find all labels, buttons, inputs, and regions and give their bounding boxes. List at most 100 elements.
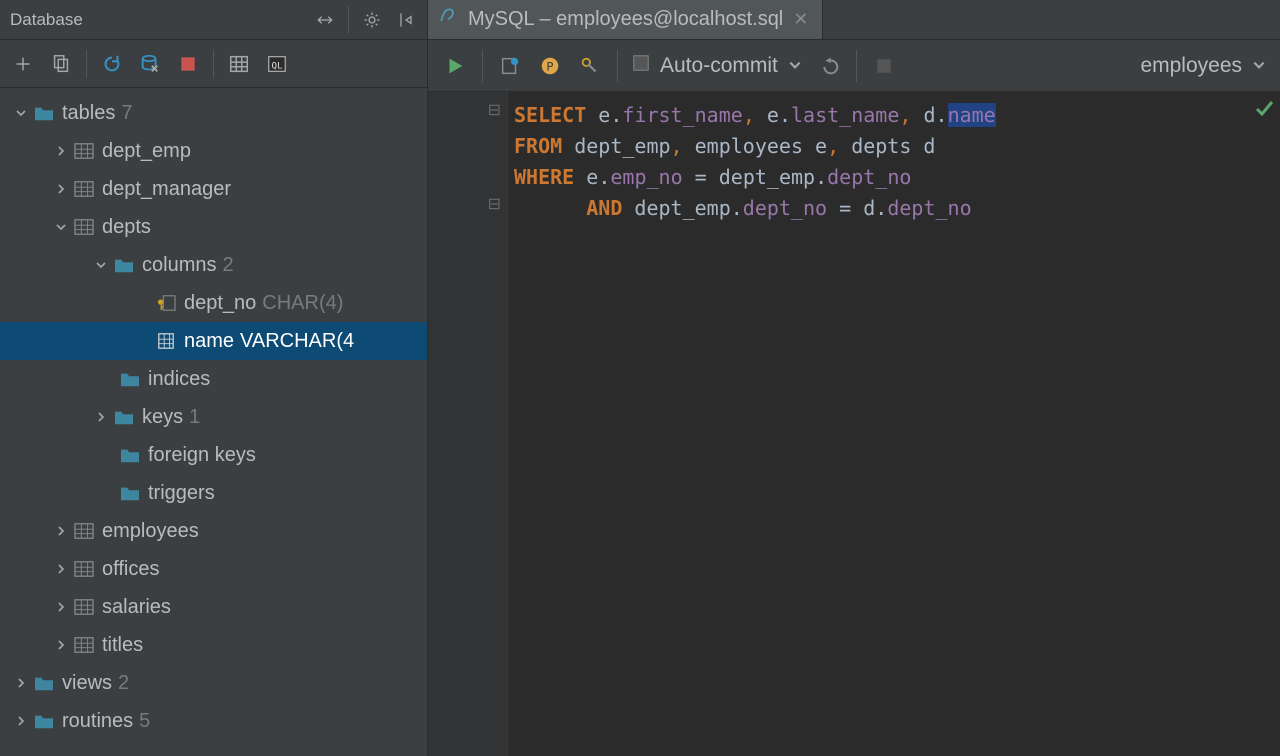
tree-label: triggers (148, 482, 215, 505)
chevron-right-icon[interactable] (54, 564, 68, 574)
tree-label: keys (142, 406, 183, 429)
database-panel: Database (0, 0, 428, 756)
close-icon[interactable]: ✕ (793, 9, 808, 30)
database-toolbar: QL (0, 40, 427, 88)
collapse-icon[interactable] (314, 9, 336, 31)
tree-table-salaries[interactable]: salaries (0, 588, 427, 626)
tree-column-dept_no[interactable]: dept_no CHAR(4) (0, 284, 427, 322)
editor-gutter: ⊟ ⊟ (428, 92, 508, 756)
database-tree[interactable]: tables 7 dept_emp dept_manager depts (0, 88, 427, 756)
run-icon[interactable] (442, 53, 468, 79)
settings-wrench-icon[interactable] (577, 53, 603, 79)
explain-plan-icon[interactable] (497, 53, 523, 79)
tree-table-dept_emp[interactable]: dept_emp (0, 132, 427, 170)
tree-label: dept_manager (102, 178, 231, 201)
table-icon (72, 178, 96, 200)
tree-table-titles[interactable]: titles (0, 626, 427, 664)
chevron-right-icon[interactable] (54, 184, 68, 194)
tree-label: dept_no (184, 292, 256, 315)
tree-type: CHAR(4) (262, 292, 343, 315)
chevron-down-icon[interactable] (54, 222, 68, 232)
column-icon (154, 330, 178, 352)
tree-label: columns (142, 254, 216, 277)
chevron-down-icon[interactable] (94, 260, 108, 270)
duplicate-icon[interactable] (48, 51, 74, 77)
svg-text:P: P (546, 59, 553, 73)
folder-icon (112, 254, 136, 276)
add-datasource-icon[interactable] (10, 51, 36, 77)
tree-depts-triggers[interactable]: triggers (0, 474, 427, 512)
mysql-icon (438, 6, 458, 32)
tree-label: salaries (102, 596, 171, 619)
folder-icon (118, 444, 142, 466)
tree-table-offices[interactable]: offices (0, 550, 427, 588)
tree-count: 1 (189, 406, 200, 429)
fold-start-icon[interactable]: ⊟ (488, 100, 501, 120)
table-view-icon[interactable] (226, 51, 252, 77)
schema-selector[interactable]: employees (1140, 54, 1266, 78)
open-console-icon[interactable]: QL (264, 51, 290, 77)
chevron-right-icon[interactable] (54, 146, 68, 156)
chevron-right-icon[interactable] (54, 640, 68, 650)
tree-tables[interactable]: tables 7 (0, 94, 427, 132)
tree-label: foreign keys (148, 444, 256, 467)
tree-depts-keys[interactable]: keys 1 (0, 398, 427, 436)
tree-label: offices (102, 558, 159, 581)
checkbox-icon (632, 54, 650, 78)
auto-commit-label: Auto-commit (660, 54, 778, 78)
fold-end-icon[interactable]: ⊟ (488, 194, 501, 214)
refresh-icon[interactable] (99, 51, 125, 77)
chevron-right-icon[interactable] (54, 526, 68, 536)
chevron-right-icon[interactable] (54, 602, 68, 612)
code-line: SELECT e.e.first_namefirst_name, e.last_… (514, 100, 1280, 131)
folder-icon (32, 710, 56, 732)
tree-table-depts[interactable]: depts (0, 208, 427, 246)
separator (617, 50, 618, 82)
table-icon (72, 558, 96, 580)
editor-tabbar: MySQL – employees@localhost.sql ✕ (428, 0, 1280, 40)
tree-table-dept_manager[interactable]: dept_manager (0, 170, 427, 208)
tree-depts-indices[interactable]: indices (0, 360, 427, 398)
hide-panel-icon[interactable] (395, 9, 417, 31)
tree-table-employees[interactable]: employees (0, 512, 427, 550)
tree-column-name[interactable]: name VARCHAR(4 (0, 322, 427, 360)
folder-icon (32, 102, 56, 124)
tree-depts-columns[interactable]: columns 2 (0, 246, 427, 284)
separator (213, 50, 214, 78)
rollback-icon[interactable] (816, 53, 842, 79)
code-area[interactable]: SELECT e.e.first_namefirst_name, e.last_… (508, 92, 1280, 756)
parameters-icon[interactable]: P (537, 53, 563, 79)
editor-tab[interactable]: MySQL – employees@localhost.sql ✕ (428, 0, 823, 39)
separator (482, 50, 483, 82)
chevron-right-icon[interactable] (14, 678, 28, 688)
tree-count: 7 (121, 102, 132, 125)
tree-count: 5 (139, 710, 150, 733)
separator (348, 6, 349, 34)
stop-disabled-icon (871, 53, 897, 79)
chevron-right-icon[interactable] (94, 412, 108, 422)
table-icon (72, 596, 96, 618)
editor-tab-title: MySQL – employees@localhost.sql (468, 8, 783, 31)
inspection-ok-icon[interactable] (1254, 96, 1274, 127)
gear-icon[interactable] (361, 9, 383, 31)
editor-toolbar: P Auto-commit employees (428, 40, 1280, 92)
auto-commit-toggle[interactable]: Auto-commit (632, 54, 802, 78)
tree-label: titles (102, 634, 143, 657)
folder-icon (118, 368, 142, 390)
tree-views[interactable]: views 2 (0, 664, 427, 702)
chevron-right-icon[interactable] (14, 716, 28, 726)
code-line: AND dept_emp.dept_no = d.dept_no (514, 193, 1280, 224)
table-icon (72, 140, 96, 162)
datasource-properties-icon[interactable] (137, 51, 163, 77)
database-header-actions (314, 6, 417, 34)
sql-editor[interactable]: ⊟ ⊟ SELECT e.e.first_namefirst_name, e.l… (428, 92, 1280, 756)
tree-depts-foreign-keys[interactable]: foreign keys (0, 436, 427, 474)
chevron-down-icon[interactable] (788, 54, 802, 78)
database-panel-title: Database (10, 10, 314, 30)
stop-icon[interactable] (175, 51, 201, 77)
tree-routines[interactable]: routines 5 (0, 702, 427, 740)
tree-label: tables (62, 102, 115, 125)
chevron-down-icon[interactable] (14, 108, 28, 118)
tree-label: name (184, 330, 234, 353)
database-panel-header: Database (0, 0, 427, 40)
